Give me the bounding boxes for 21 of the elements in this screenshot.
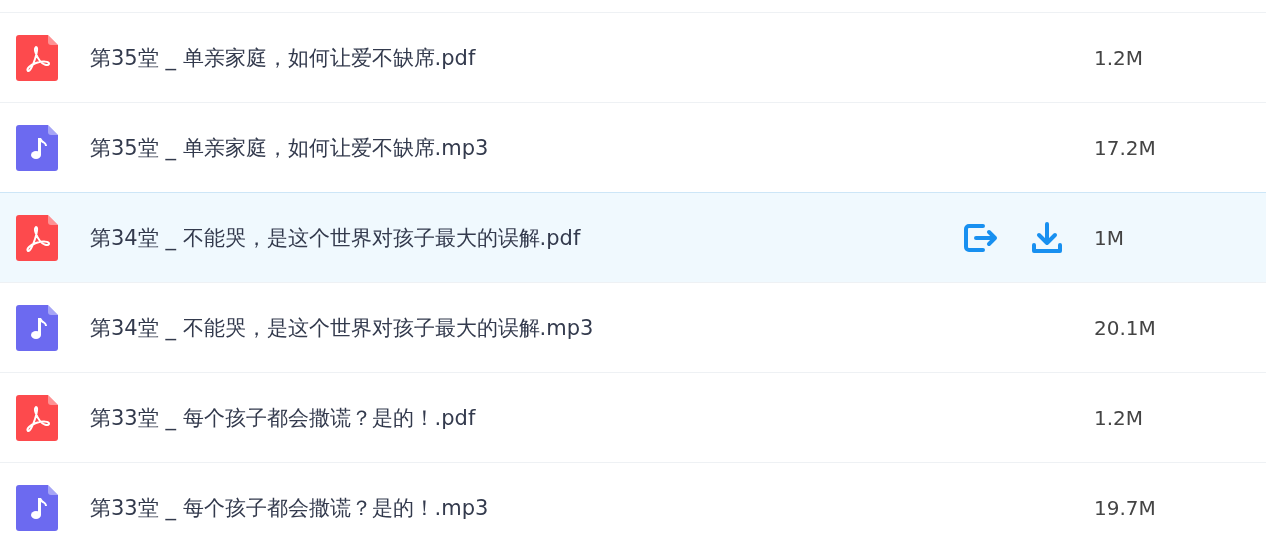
file-size: 1M xyxy=(1094,225,1125,250)
audio-file-icon xyxy=(16,484,58,531)
pdf-file-icon xyxy=(16,394,58,441)
file-size: 1.2M xyxy=(1094,405,1145,430)
export-icon xyxy=(963,221,999,254)
file-name: 第35堂 _ 单亲家庭，如何让爱不缺席.mp3 xyxy=(90,134,490,162)
file-row[interactable]: 第34堂 _ 不能哭，是这个世界对孩子最大的误解.pdf 1M xyxy=(0,192,1266,283)
pdf-file-icon xyxy=(16,34,58,81)
file-name: 第34堂 _ 不能哭，是这个世界对孩子最大的误解.mp3 xyxy=(90,314,595,342)
file-size: 20.1M xyxy=(1094,315,1157,340)
file-name: 第33堂 _ 每个孩子都会撒谎？是的！.mp3 xyxy=(90,494,490,522)
file-name: 第34堂 _ 不能哭，是这个世界对孩子最大的误解.pdf xyxy=(90,224,582,252)
file-name: 第35堂 _ 单亲家庭，如何让爱不缺席.pdf xyxy=(90,44,477,72)
pdf-file-icon xyxy=(16,214,58,261)
file-size: 17.2M xyxy=(1094,135,1157,160)
file-size: 1.2M xyxy=(1094,45,1145,70)
audio-file-icon xyxy=(16,304,58,351)
audio-file-icon xyxy=(16,124,58,171)
file-name: 第33堂 _ 每个孩子都会撒谎？是的！.pdf xyxy=(90,404,477,432)
download-icon xyxy=(1031,220,1063,255)
file-size: 19.7M xyxy=(1094,495,1157,520)
